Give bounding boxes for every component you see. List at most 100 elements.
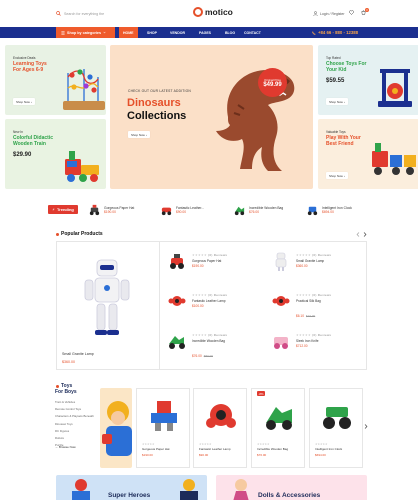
product-thumb-image <box>307 206 318 216</box>
product-price: $712.00 <box>296 344 308 348</box>
cart-count-badge: 0 <box>365 8 369 12</box>
rating-stars: ★★★★★ (0) Reviews <box>296 333 332 337</box>
shop-now-button[interactable]: Shop Now › <box>13 98 35 105</box>
trending-item[interactable]: Gorgeous Paper Hat $190.00 <box>88 201 134 218</box>
section-title-popular: Popular Products <box>61 231 103 237</box>
nav-item-vendor[interactable]: VENDOR <box>170 27 185 38</box>
featured-product[interactable]: Small Granite Lamp $360.00 <box>57 242 160 369</box>
product-name: Gorgeous Paper Hat <box>192 258 222 263</box>
phone-number[interactable]: +84 66 - 880 - 12388 <box>312 27 358 38</box>
shop-now-button[interactable]: Shop Now › <box>326 172 348 179</box>
search-icon[interactable] <box>56 11 61 16</box>
trending-item-price: $90.00 <box>176 209 187 214</box>
nav-item-shop[interactable]: SHOP <box>147 27 157 38</box>
rating-stars: ★★★★★ <box>257 442 270 446</box>
rating-stars: ★★★★★ (0) Reviews <box>192 293 228 297</box>
toy-name: Gorgeous Paper Hat <box>142 447 170 451</box>
product-card[interactable]: ★★★★★ (0) Reviews Incredible Wooden Bag $7… <box>166 330 227 362</box>
trending-label: Trending <box>56 207 74 212</box>
product-card[interactable]: ★★★★★ (0) Reviews Sleek Iron Knife $712.00 <box>270 330 331 352</box>
product-card[interactable]: ★★★★★ (0) Reviews Small Granite Lamp $360.… <box>270 250 331 272</box>
featured-product-name: Small Granite Lamp <box>62 352 94 356</box>
browse-now-label: Browse Now <box>58 445 76 449</box>
toy-card[interactable]: -8% ★★★★★ Incredible Wooden Bag $76.00 <box>251 388 305 468</box>
toys-category-link[interactable]: Robots <box>55 436 94 440</box>
category-title: Super Heroes <box>108 492 151 499</box>
product-old-price: $80.00 <box>203 354 213 358</box>
category-title: Dolls & Accessories <box>258 492 321 499</box>
product-old-price: $10.00 <box>305 314 316 318</box>
toy-card[interactable]: ★★★★★ Gorgeous Paper Hat $190.00 <box>136 388 190 468</box>
product-thumb-image <box>272 296 290 306</box>
toys-category-link[interactable]: RC Figures <box>55 429 94 433</box>
section-subtitle-toys: For Boys <box>55 389 77 395</box>
trending-item-name: Incredible Wooden Bag <box>249 205 284 210</box>
trending-item[interactable]: Intelligent Iron Clock $694.00 <box>306 201 352 218</box>
toys-category-link[interactable]: Train & Vehicles <box>55 400 94 404</box>
logo-mark-icon <box>193 7 203 17</box>
nav-item-contact[interactable]: CONTACT <box>244 27 261 38</box>
account-label: Login / Register <box>320 11 345 16</box>
shop-by-categories-button[interactable]: Shop by categories <box>56 27 115 38</box>
banner-learning-toys[interactable]: Exclusive Deals Learning Toys For Ages 6… <box>5 45 106 115</box>
banner-eyebrow: Valuable Toys <box>326 130 346 134</box>
trending-item-name: Fantastic Leather... <box>176 205 205 210</box>
banner-price: $59.55 <box>326 78 345 84</box>
product-card[interactable]: ★★★★★ (0) Reviews Gorgeous Paper Hat $190.… <box>166 250 227 272</box>
logo[interactable]: motico <box>193 7 233 17</box>
arrow-icon: › <box>30 99 32 104</box>
trending-item[interactable]: Incredible Wooden Bag $76.00 <box>233 201 283 218</box>
hero-banner-dinosaurs[interactable]: CHECK OUT OUR LATEST ADDITION Dinosaurs … <box>110 45 313 189</box>
section-dot-icon <box>56 233 59 236</box>
trending-item[interactable]: Fantastic Leather... $90.00 <box>160 201 204 218</box>
chevron-down-icon <box>103 31 106 34</box>
sale-badge: -8% <box>257 391 265 396</box>
toy-price: $90.00 <box>199 453 209 457</box>
shop-now-button[interactable]: Shop Now › <box>326 98 348 105</box>
product-thumb-image <box>89 204 100 216</box>
shop-now-label: Shop Now <box>131 132 145 137</box>
toys-promo-image <box>100 388 132 468</box>
search-input[interactable]: Search for everything the <box>64 12 104 16</box>
wishlist-heart-icon[interactable] <box>349 10 354 15</box>
stacking-toy-image <box>378 69 412 107</box>
product-card[interactable]: ★★★★★ (0) Reviews Practical Silk Bag $6.10… <box>270 290 331 322</box>
banner-wooden-train[interactable]: New In Colorful Didactic Wooden Train $2… <box>5 119 106 189</box>
nav-item-pages[interactable]: PAGES <box>199 27 211 38</box>
toys-category-link[interactable]: Dinosaur Toys <box>55 422 94 426</box>
toys-category-link[interactable]: Characters & Playsets Beneath <box>55 414 94 418</box>
phone-label: +84 66 - 880 - 12388 <box>318 30 359 35</box>
category-banner-super-heroes[interactable]: Super Heroes <box>56 475 207 500</box>
trending-item-price: $76.00 <box>249 209 260 214</box>
hero-title-line1: Dinosaurs <box>127 97 181 109</box>
toy-card[interactable]: ★★★★★ Fantastic Leather Lamp $90.00 <box>193 388 247 468</box>
account-link[interactable]: Login / Register <box>313 11 345 16</box>
toys-category-list: Train & Vehicles Remote Control Toys Cha… <box>55 400 94 447</box>
trending-item-price: $190.00 <box>104 209 116 214</box>
hero-title-line2: Collections <box>127 110 187 122</box>
nav-item-home[interactable]: HOME <box>119 27 138 38</box>
hero-shop-now-button[interactable]: Shop Now › <box>128 131 150 138</box>
toys-category-link[interactable]: Remote Control Toys <box>55 407 94 411</box>
phone-icon <box>312 30 316 35</box>
chevron-right-icon[interactable] <box>364 424 368 429</box>
rating-stars: ★★★★★ <box>142 442 155 446</box>
chevron-right-icon[interactable] <box>363 232 367 237</box>
banner-title: Learning Toys For Ages 6-9 <box>13 61 47 73</box>
category-banner-dolls[interactable]: Dolls & Accessories <box>216 475 367 500</box>
product-card[interactable]: ★★★★★ (0) Reviews Fantastic Leather Lamp $… <box>166 290 227 312</box>
product-name: Small Granite Lamp <box>296 258 325 263</box>
banner-choose-toys[interactable]: Top Rated Choose Toys For Your Kid $59.5… <box>318 45 418 115</box>
toy-name: Intelligent Iron Clock <box>315 447 343 451</box>
browse-now-link[interactable]: → Browse Now <box>55 445 76 449</box>
search-bar[interactable]: Search for everything the <box>56 11 186 16</box>
nav-item-blog[interactable]: BLOG <box>225 27 235 38</box>
superhero-figure-image <box>72 479 90 500</box>
dino-car-toy-image <box>266 407 292 430</box>
banner-title: Play With Your Best Friend <box>326 135 361 147</box>
banner-best-friend[interactable]: Valuable Toys Play With Your Best Friend… <box>318 119 418 189</box>
wooden-train-toy-image <box>65 151 99 182</box>
featured-product-price: $360.00 <box>62 360 75 364</box>
chevron-left-icon[interactable] <box>356 232 360 237</box>
toy-card[interactable]: ★★★★★ Intelligent Iron Clock $694.00 <box>309 388 363 468</box>
